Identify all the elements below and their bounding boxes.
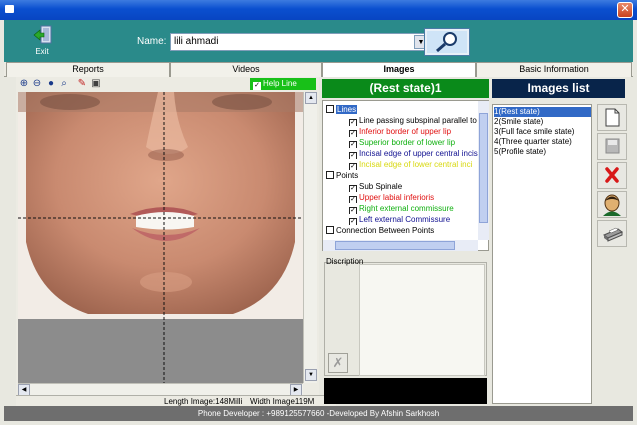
exit-button[interactable]: Exit	[24, 23, 60, 59]
face-photo	[18, 92, 303, 383]
magnify-icon[interactable]: ⌕	[58, 78, 70, 90]
tree-item-label: Inferior border of upper lip	[359, 127, 452, 136]
tree-item-checkbox[interactable]: ✓	[349, 152, 357, 159]
images-list-title: Images list	[492, 79, 625, 98]
tree-item[interactable]: Connection Between Points	[326, 225, 434, 236]
tab-videos[interactable]: Videos	[170, 62, 322, 77]
tree-item-label: Right external commissure	[359, 204, 454, 213]
images-list-item[interactable]: 5(Profile state)	[494, 147, 591, 157]
printer-icon	[603, 227, 623, 242]
delete-button[interactable]	[597, 162, 627, 189]
search-button[interactable]	[424, 28, 470, 56]
tree-item[interactable]: ✓ Left external Commissure	[349, 214, 450, 225]
developer-footer: Phone Developer : +989125577660 -Develop…	[4, 406, 633, 421]
tab-reports[interactable]: Reports	[6, 62, 170, 77]
tree-item-label: Incisal edge of upper central incis	[359, 149, 478, 158]
zoom-out-icon[interactable]: ⊖	[31, 78, 43, 90]
patient-header: Exit Name: lili ahmadi ▼	[4, 20, 633, 62]
help-line-checkbox[interactable]: ✓	[253, 82, 261, 90]
name-label: Name:	[137, 36, 167, 47]
tree-item-label: Superior border of lower lip	[359, 138, 456, 147]
window-titlebar: ✕	[0, 0, 637, 20]
image-panel: ⊕ ⊖ ● ⌕ ✎ ▣ ✓ Help Line ▲ ▼ ◀ ▶ Length I…	[16, 77, 336, 407]
tree-item-label: Sub Spinale	[359, 182, 403, 191]
person-icon	[603, 194, 621, 216]
tree-item-label: Incisal edge of lower central inci	[359, 160, 473, 169]
globe-icon[interactable]: ●	[45, 78, 57, 90]
tree-item-checkbox[interactable]: ✓	[349, 218, 357, 225]
images-list-item[interactable]: 1(Rest state)	[494, 107, 591, 117]
tree-scroll-thumb[interactable]	[479, 113, 488, 223]
tree-item-label: Upper labial inferioris	[359, 193, 435, 202]
tree-item-checkbox[interactable]	[326, 105, 334, 113]
state-title: (Rest state)1	[322, 79, 489, 98]
image-vertical-scrollbar[interactable]: ▲ ▼	[303, 92, 317, 383]
tree-item-checkbox[interactable]: ✓	[349, 196, 357, 203]
images-list-item[interactable]: 4(Three quarter state)	[494, 137, 591, 147]
tree-item[interactable]: Points	[326, 170, 358, 181]
floppy-disk-icon	[605, 138, 620, 154]
tree-item-label: Points	[336, 171, 359, 180]
save-button[interactable]	[597, 133, 627, 160]
name-value: lili ahmadi	[174, 36, 219, 47]
tree-item-label: Line passing subspinal parallel to	[359, 116, 477, 125]
help-line-toggle[interactable]: ✓ Help Line	[250, 78, 316, 90]
tree-item[interactable]: ✓ Inferior border of upper lip	[349, 126, 451, 137]
tree-item-checkbox[interactable]	[326, 226, 334, 234]
face-image-canvas[interactable]	[18, 92, 303, 383]
tree-item-label: Left external Commissure	[359, 215, 451, 224]
camera-icon[interactable]: ▣	[90, 78, 102, 90]
description-textarea[interactable]	[359, 264, 485, 376]
preview-area	[324, 378, 487, 404]
delete-description-button[interactable]: ✗	[328, 353, 348, 373]
tree-vertical-scrollbar[interactable]	[478, 101, 489, 240]
tree-item[interactable]: ✓ Sub Spinale	[349, 181, 402, 192]
red-x-icon	[605, 167, 619, 183]
tab-basic-information[interactable]: Basic Information	[476, 62, 632, 77]
main-tabs: Reports Videos Images Basic Information	[4, 62, 633, 77]
image-toolbar: ⊕ ⊖ ● ⌕ ✎ ▣ ✓ Help Line	[16, 77, 319, 91]
description-label: Discription	[326, 257, 364, 266]
tree-item-checkbox[interactable]: ✓	[349, 130, 357, 137]
tree-item[interactable]: ✓ Superior border of lower lip	[349, 137, 455, 148]
measurement-tree[interactable]: Lines ✓ Line passing subspinal parallel to…	[322, 100, 489, 251]
tree-item[interactable]: Lines	[326, 104, 358, 115]
tree-item-checkbox[interactable]: ✓	[349, 207, 357, 214]
print-button[interactable]	[597, 220, 627, 247]
tree-item[interactable]: ✓ Incisal edge of lower central inci	[349, 159, 472, 170]
pin-icon[interactable]: ✎	[76, 78, 88, 90]
zoom-in-icon[interactable]: ⊕	[18, 78, 30, 90]
tree-item[interactable]: ✓ Right external commissure	[349, 203, 454, 214]
exit-door-icon	[33, 25, 52, 44]
new-document-icon	[605, 108, 620, 127]
scroll-up-icon[interactable]: ▲	[305, 92, 317, 104]
scroll-down-icon[interactable]: ▼	[305, 369, 317, 381]
window-menu-icon[interactable]	[5, 5, 14, 13]
help-line-label: Help Line	[263, 79, 297, 88]
patient-photo-button[interactable]	[597, 191, 627, 218]
images-list-item[interactable]: 3(Full face smile state)	[494, 127, 591, 137]
tree-item-checkbox[interactable]: ✓	[349, 141, 357, 148]
tree-item[interactable]: ✓ Upper labial inferioris	[349, 192, 434, 203]
tree-item-checkbox[interactable]	[326, 171, 334, 179]
close-window-button[interactable]: ✕	[617, 2, 633, 18]
tab-images[interactable]: Images	[322, 62, 476, 77]
name-select[interactable]: lili ahmadi ▼	[170, 33, 430, 51]
exit-label: Exit	[35, 47, 49, 56]
tree-hscroll-thumb[interactable]	[335, 241, 455, 250]
tree-item-checkbox[interactable]: ✓	[349, 185, 357, 192]
tree-item-label: Connection Between Points	[336, 226, 435, 235]
images-list-item[interactable]: 2(Smile state)	[494, 117, 591, 127]
images-list[interactable]: 1(Rest state) 2(Smile state) 3(Full face s…	[492, 104, 592, 404]
tree-item-checkbox[interactable]: ✓	[349, 119, 357, 126]
tree-item-label: Lines	[336, 105, 358, 114]
tree-horizontal-scrollbar[interactable]	[323, 240, 478, 251]
tree-item[interactable]: ✓ Incisal edge of upper central incis	[349, 148, 478, 159]
tree-item[interactable]: ✓ Line passing subspinal parallel to	[349, 115, 477, 126]
tree-item-checkbox[interactable]: ✓	[349, 163, 357, 170]
new-document-button[interactable]	[597, 104, 627, 131]
magnifier-icon	[427, 31, 467, 53]
